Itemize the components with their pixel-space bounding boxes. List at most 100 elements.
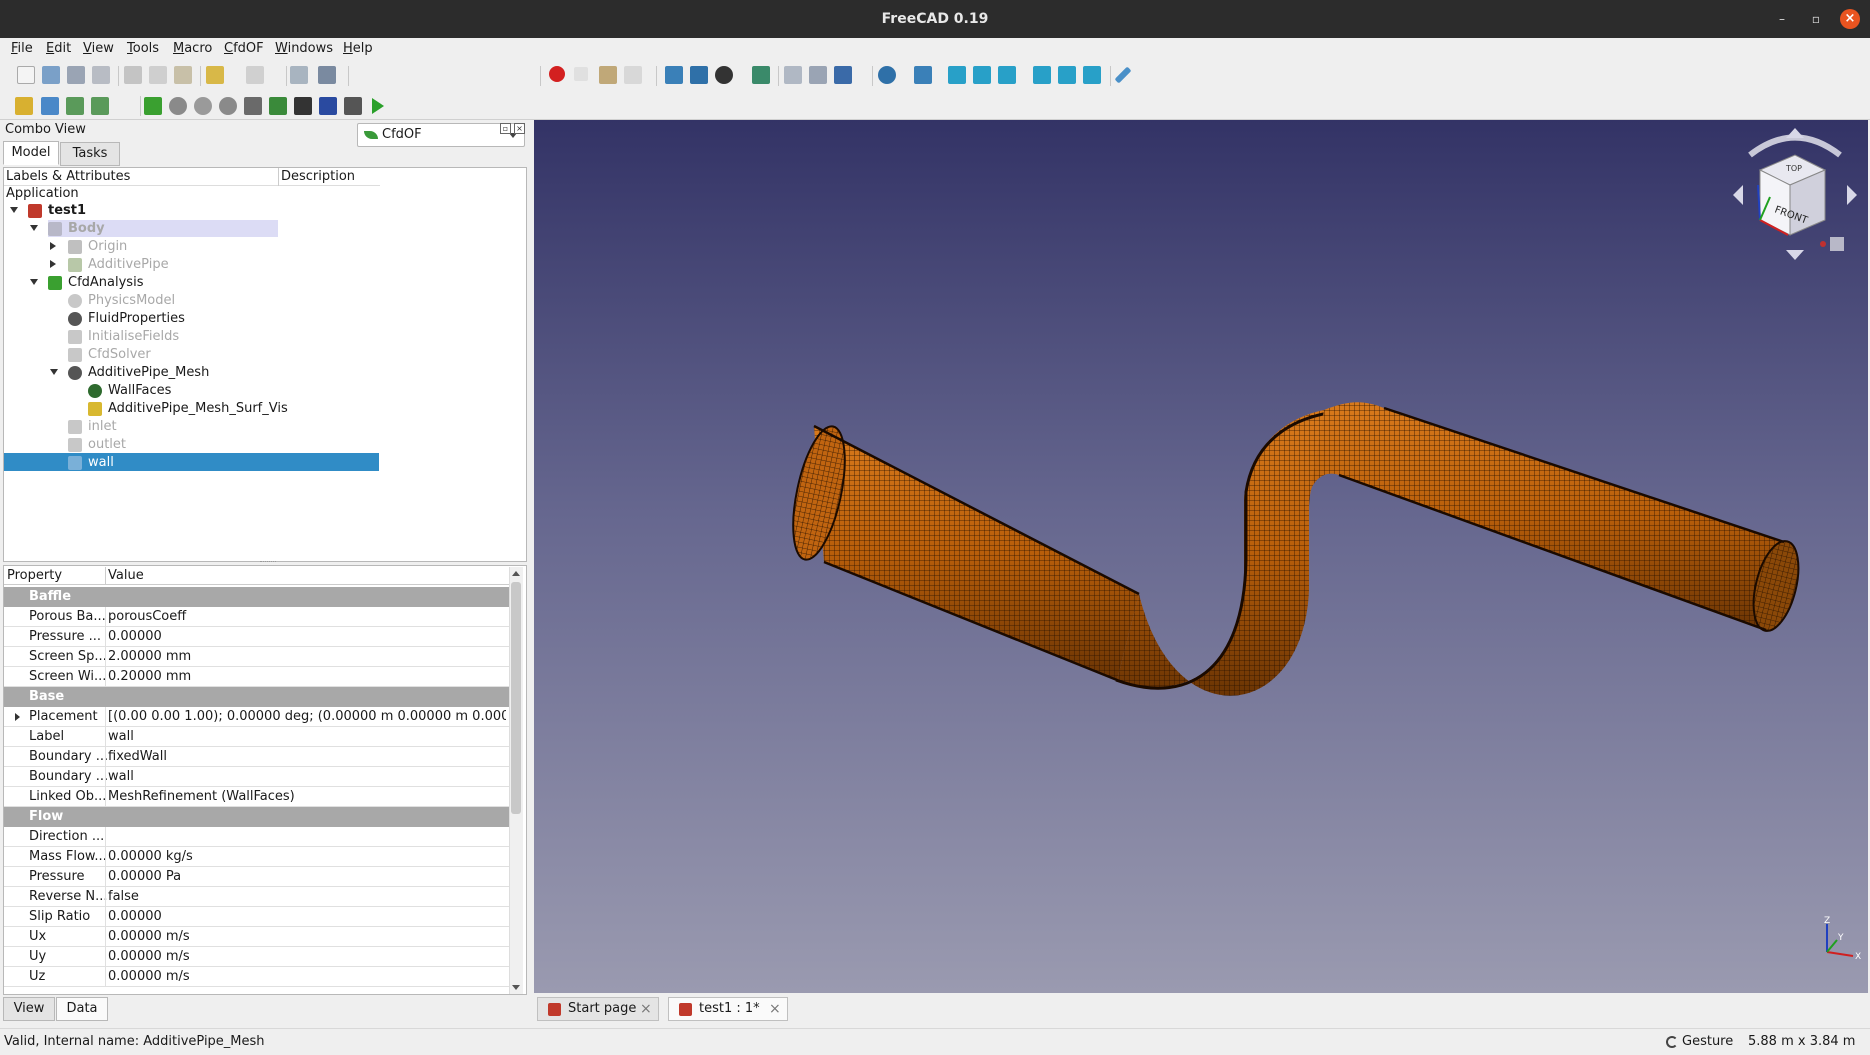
property-row[interactable]: Mass Flow... 0.00000 kg/s — [4, 847, 509, 867]
property-row[interactable]: Uz 0.00000 m/s — [4, 967, 509, 987]
rotate-right-arrow-icon[interactable] — [1847, 185, 1857, 205]
tree-header-description[interactable]: Description — [281, 168, 355, 186]
close-tab-icon[interactable]: × — [769, 998, 781, 1020]
refresh-icon[interactable] — [290, 66, 308, 84]
cfd-analysis-a-icon[interactable] — [144, 97, 162, 115]
maximize-button[interactable]: ▫ — [1806, 9, 1826, 29]
mesh-region-icon[interactable] — [344, 97, 362, 115]
menu-macro[interactable]: Macro — [173, 38, 212, 60]
bottom-view-icon[interactable] — [1058, 66, 1076, 84]
menu-cfdof[interactable]: CfdOF — [224, 38, 264, 60]
forward-icon[interactable] — [809, 66, 827, 84]
tab-data[interactable]: Data — [56, 997, 108, 1021]
back-icon[interactable] — [784, 66, 802, 84]
menu-view[interactable]: View — [83, 38, 114, 60]
zoom-icon[interactable] — [878, 66, 896, 84]
property-row[interactable]: Boundary ... wall — [4, 767, 509, 787]
tree-item-origin[interactable]: Origin — [0, 238, 380, 256]
tab-model[interactable]: Model — [3, 141, 59, 165]
fluid-boundary-icon[interactable] — [244, 97, 262, 115]
tab-start-page[interactable]: Start page × — [537, 997, 659, 1021]
tree-item-mesh-surf-vis[interactable]: AdditivePipe_Mesh_Surf_Vis — [0, 400, 380, 418]
fluid-material-icon[interactable] — [194, 97, 212, 115]
tree-item-body[interactable]: Body — [0, 220, 380, 238]
menu-help[interactable]: Help — [343, 38, 373, 60]
tree-item-wallfaces[interactable]: WallFaces — [0, 382, 380, 400]
3d-viewport[interactable] — [534, 120, 1868, 993]
panel-splitter[interactable] — [260, 561, 276, 563]
physics-model-icon[interactable] — [169, 97, 187, 115]
chevron-right-icon[interactable] — [15, 713, 20, 721]
undo-icon[interactable] — [206, 66, 224, 84]
rear-view-icon[interactable] — [1033, 66, 1051, 84]
paste-icon[interactable] — [174, 66, 192, 84]
tree-item-test1[interactable]: test1 — [0, 202, 380, 220]
tree-item-additivepipe[interactable]: AdditivePipe — [0, 256, 380, 274]
record-macro-icon[interactable] — [549, 66, 565, 82]
property-row[interactable]: Slip Ratio 0.00000 — [4, 907, 509, 927]
navigation-style-button[interactable]: Gesture — [1666, 1029, 1733, 1055]
initialise-icon[interactable] — [219, 97, 237, 115]
tree-item-inlet[interactable]: inlet — [0, 418, 380, 436]
tree-item-cfdanalysis[interactable]: CfdAnalysis — [0, 274, 380, 292]
tab-view[interactable]: View — [3, 997, 55, 1021]
tree-item-outlet[interactable]: outlet — [0, 436, 380, 454]
left-view-icon[interactable] — [1083, 66, 1101, 84]
whats-this-icon[interactable] — [318, 66, 336, 84]
porous-zone-icon[interactable] — [269, 97, 287, 115]
property-row[interactable]: Direction ... — [4, 827, 509, 847]
std-view-icon[interactable] — [834, 66, 852, 84]
menu-edit[interactable]: Edit — [46, 38, 71, 60]
right-view-icon[interactable] — [998, 66, 1016, 84]
tree-item-fluidproperties[interactable]: FluidProperties — [0, 310, 380, 328]
menu-windows[interactable]: Windows — [275, 38, 333, 60]
macros-icon[interactable] — [599, 66, 617, 84]
property-group-base[interactable]: Base — [4, 687, 509, 707]
property-header-value[interactable]: Value — [108, 567, 144, 585]
fit-selection-icon[interactable] — [690, 66, 708, 84]
new-document-icon[interactable] — [17, 66, 35, 84]
redo-icon[interactable] — [246, 66, 264, 84]
property-row[interactable]: Reverse N... false — [4, 887, 509, 907]
execute-macro-icon[interactable] — [624, 66, 642, 84]
tab-test1[interactable]: test1 : 1* × — [668, 997, 788, 1021]
property-group-flow[interactable]: Flow — [4, 807, 509, 827]
property-scrollbar-thumb[interactable] — [511, 582, 521, 814]
property-row[interactable]: Screen Sp... 2.00000 mm — [4, 647, 509, 667]
cfd-import-icon[interactable] — [91, 97, 109, 115]
isometric-view-icon[interactable] — [914, 66, 932, 84]
rotate-up-arrow-icon[interactable] — [1786, 128, 1804, 138]
close-tab-icon[interactable]: × — [640, 998, 652, 1020]
open-document-icon[interactable] — [42, 66, 60, 84]
cfd-open-icon[interactable] — [41, 97, 59, 115]
bounding-box-icon[interactable] — [752, 66, 770, 84]
run-solver-icon[interactable] — [372, 98, 384, 114]
float-panel-icon[interactable]: ▫ — [500, 123, 511, 134]
front-view-icon[interactable] — [948, 66, 966, 84]
cfd-export-icon[interactable] — [66, 97, 84, 115]
menu-tools[interactable]: Tools — [127, 38, 159, 60]
view-menu-cube-icon[interactable] — [1830, 237, 1844, 251]
mesh-refinement-icon[interactable] — [319, 97, 337, 115]
tab-tasks[interactable]: Tasks — [60, 142, 120, 166]
property-row[interactable]: Ux 0.00000 m/s — [4, 927, 509, 947]
close-panel-icon[interactable]: × — [514, 123, 525, 134]
pipe-mesh-model[interactable] — [534, 120, 1868, 993]
property-row[interactable]: Boundary ... fixedWall — [4, 747, 509, 767]
mesh-from-shape-icon[interactable] — [294, 97, 312, 115]
property-row-placement[interactable]: Placement [(0.00 0.00 1.00); 0.00000 deg;… — [4, 707, 509, 727]
cut-icon[interactable] — [124, 66, 142, 84]
save-as-icon[interactable] — [92, 66, 110, 84]
property-row[interactable]: Porous Ba... porousCoeff — [4, 607, 509, 627]
property-row[interactable]: Linked Ob... MeshRefinement (WallFaces) — [4, 787, 509, 807]
rotate-left-arrow-icon[interactable] — [1733, 185, 1743, 205]
close-window-button[interactable]: × — [1840, 9, 1860, 29]
scroll-up-icon[interactable] — [512, 571, 520, 576]
fit-all-icon[interactable] — [665, 66, 683, 84]
tree-item-wall[interactable]: wall — [0, 454, 380, 472]
top-view-icon[interactable] — [973, 66, 991, 84]
tree-header-labels[interactable]: Labels & Attributes — [6, 168, 130, 186]
property-row[interactable]: Uy 0.00000 m/s — [4, 947, 509, 967]
tree-item-physicsmodel[interactable]: PhysicsModel — [0, 292, 380, 310]
navigation-cube[interactable]: TOP FRONT — [1730, 125, 1860, 265]
